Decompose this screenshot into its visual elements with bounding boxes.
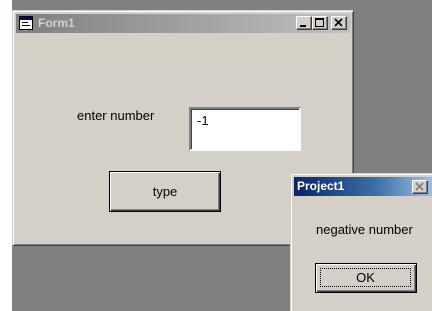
message-text: negative number	[316, 222, 413, 237]
close-icon	[415, 182, 424, 191]
ok-button[interactable]: OK	[315, 263, 417, 293]
form-window-icon	[19, 16, 33, 30]
type-button[interactable]: type	[109, 171, 221, 212]
close-button[interactable]	[331, 16, 347, 30]
maximize-button[interactable]	[312, 16, 328, 30]
form1-title-bar[interactable]: Form1	[16, 14, 350, 33]
minimize-button[interactable]	[296, 16, 312, 30]
number-input[interactable]: -1	[189, 107, 301, 151]
enter-number-label: enter number	[77, 108, 155, 123]
message-box-close-button[interactable]	[412, 180, 428, 194]
ok-button-label: OK	[320, 268, 411, 287]
screen: Form1 enter number -1 type Project1 nega…	[0, 0, 432, 311]
message-box-title: Project1	[297, 179, 345, 193]
form1-title: Form1	[38, 16, 75, 30]
close-icon	[334, 18, 343, 27]
message-box-title-bar[interactable]: Project1	[294, 177, 432, 196]
minimize-icon	[300, 25, 306, 27]
maximize-icon	[315, 18, 324, 27]
project1-message-box: Project1 negative number OK	[290, 173, 432, 311]
